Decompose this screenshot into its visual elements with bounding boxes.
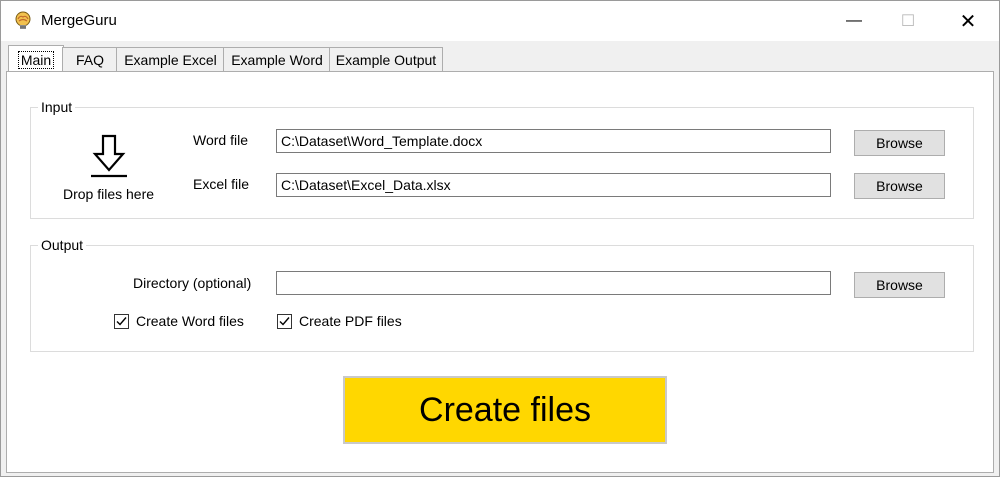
create-files-button[interactable]: Create files <box>343 376 667 444</box>
create-word-label: Create Word files <box>136 313 244 329</box>
create-pdf-label: Create PDF files <box>299 313 402 329</box>
create-pdf-checkbox[interactable]: Create PDF files <box>277 313 402 329</box>
download-arrow-icon[interactable] <box>87 132 131 180</box>
browse-excel-button[interactable]: Browse <box>854 173 945 199</box>
output-group-label: Output <box>38 237 87 253</box>
maximize-button[interactable]: ☐ <box>885 1 931 41</box>
close-button[interactable]: ✕ <box>945 1 991 41</box>
checkbox-box[interactable] <box>277 313 292 329</box>
brain-bulb-icon <box>15 11 31 29</box>
tab-faq[interactable]: FAQ <box>62 47 118 71</box>
create-word-checkbox[interactable]: Create Word files <box>114 313 244 329</box>
excel-file-field[interactable]: C:\Dataset\Excel_Data.xlsx <box>276 173 831 197</box>
checkmark-icon <box>116 316 127 326</box>
browse-directory-button[interactable]: Browse <box>854 272 945 298</box>
tab-label: Main <box>17 50 55 69</box>
tab-main[interactable]: Main <box>8 45 64 73</box>
tab-example-output[interactable]: Example Output <box>329 47 443 71</box>
main-tab-page: Input Drop files here Word file C:\Datas… <box>6 71 994 473</box>
checkbox-box[interactable] <box>114 313 129 329</box>
browse-word-button[interactable]: Browse <box>854 130 945 156</box>
input-group-label: Input <box>38 99 76 115</box>
word-file-field[interactable]: C:\Dataset\Word_Template.docx <box>276 129 831 153</box>
excel-file-label: Excel file <box>193 176 250 192</box>
drop-files-label: Drop files here <box>63 186 155 202</box>
minimize-button[interactable]: — <box>831 1 877 41</box>
directory-label: Directory (optional) <box>133 275 252 291</box>
checkmark-icon <box>279 316 290 326</box>
tab-strip: Main FAQ Example Excel Example Word Exam… <box>1 41 999 73</box>
output-group: Output <box>30 237 974 352</box>
window-title: MergeGuru <box>41 12 117 29</box>
tab-example-excel[interactable]: Example Excel <box>116 47 225 71</box>
tab-example-word[interactable]: Example Word <box>223 47 331 71</box>
input-group: Input <box>30 99 974 219</box>
word-file-label: Word file <box>193 132 248 148</box>
directory-field[interactable] <box>276 271 831 295</box>
title-bar: MergeGuru — ☐ ✕ <box>1 1 999 41</box>
app-window: MergeGuru — ☐ ✕ Main FAQ Example Excel E… <box>0 0 1000 477</box>
